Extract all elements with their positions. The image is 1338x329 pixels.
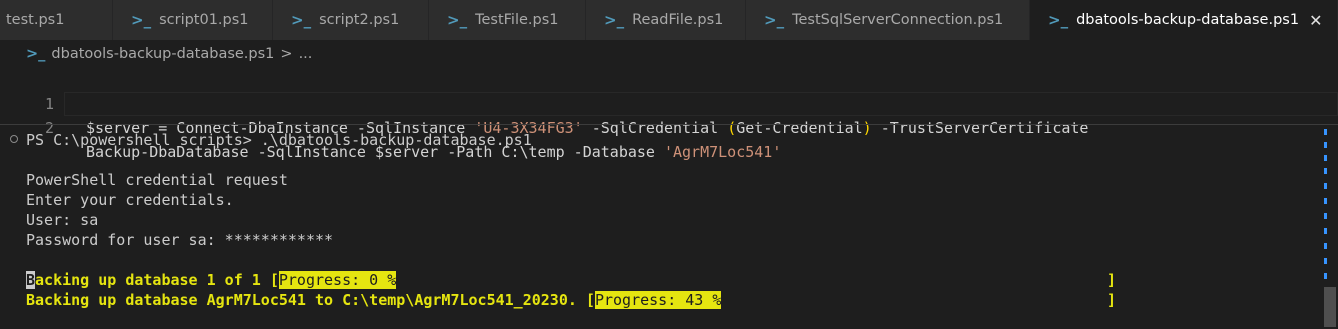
- scrollbar-mark: [1324, 183, 1327, 189]
- powershell-icon: >_: [1048, 11, 1069, 29]
- tab-label: script01.ps1: [159, 12, 249, 28]
- scrollbar-mark: [1324, 258, 1327, 264]
- progress-line-1: Backing up database 1 of 1 [Progress: 0 …: [26, 270, 1126, 290]
- code-line[interactable]: 1 $server = Connect-DbaInstance -SqlInst…: [0, 68, 1338, 137]
- terminal-prompt: PS C:\powershell scripts> .\dbatools-bac…: [26, 131, 532, 149]
- command-decoration-icon[interactable]: [10, 135, 18, 143]
- tab-readfile-ps1[interactable]: >_ ReadFile.ps1: [586, 0, 746, 40]
- terminal-scrollbar[interactable]: [1324, 287, 1336, 327]
- code-line[interactable]: 2 Backup-DbaDatabase -SqlInstance $serve…: [0, 92, 1338, 161]
- tab-script2-ps1[interactable]: >_ script2.ps1: [273, 0, 429, 40]
- scrollbar-mark: [1324, 155, 1327, 161]
- progress-bar-end: ]: [1107, 271, 1117, 289]
- powershell-icon: >_: [131, 11, 152, 29]
- progress-activity: Backing up database AgrM7Loc541 to C:\te…: [26, 291, 595, 309]
- breadcrumb: >_ dbatools-backup-database.ps1 > ...: [0, 40, 1338, 68]
- credential-message: Enter your credentials.: [26, 191, 234, 209]
- tab-testsqlserverconnection-ps1[interactable]: >_ TestSqlServerConnection.ps1: [746, 0, 1030, 40]
- scrollbar-mark: [1324, 228, 1327, 234]
- tab-test-ps1[interactable]: test.ps1: [0, 0, 113, 40]
- code-editor[interactable]: 1 $server = Connect-DbaInstance -SqlInst…: [0, 68, 1338, 161]
- scrollbar-mark: [1324, 243, 1327, 249]
- scrollbar-mark: [1324, 213, 1327, 219]
- tab-label: script2.ps1: [319, 12, 400, 28]
- powershell-icon: >_: [604, 11, 625, 29]
- tab-label: test.ps1: [6, 12, 65, 28]
- progress-line-2: Backing up database AgrM7Loc541 to C:\te…: [26, 290, 1126, 310]
- scrollbar-mark: [1324, 198, 1327, 204]
- tab-label: ReadFile.ps1: [632, 12, 724, 28]
- credential-user: User: sa: [26, 211, 99, 229]
- progress-activity: acking up database 1 of 1 [: [35, 271, 279, 289]
- chevron-right-icon: >: [280, 46, 293, 62]
- terminal-panel[interactable]: PS C:\powershell scripts> .\dbatools-bac…: [0, 125, 1338, 329]
- close-icon[interactable]: ✕: [1309, 11, 1322, 30]
- credential-password: Password for user sa: ************: [26, 231, 334, 249]
- powershell-icon: >_: [291, 11, 312, 29]
- scrollbar-mark: [1324, 168, 1327, 174]
- terminal-cursor: B: [26, 271, 36, 289]
- powershell-icon: >_: [447, 11, 468, 29]
- tab-label: TestSqlServerConnection.ps1: [792, 12, 1004, 28]
- breadcrumb-file[interactable]: dbatools-backup-database.ps1: [51, 46, 274, 62]
- powershell-icon: >_: [26, 46, 46, 62]
- scrollbar-mark: [1324, 273, 1327, 279]
- tab-dbatools-backup-database-ps1[interactable]: >_ dbatools-backup-database.ps1 ✕: [1030, 0, 1338, 40]
- powershell-icon: >_: [764, 11, 785, 29]
- scrollbar-mark: [1324, 142, 1327, 148]
- progress-bar-fill: Progress: 0 %: [278, 271, 397, 289]
- breadcrumb-more[interactable]: ...: [299, 46, 313, 62]
- editor-tab-bar: test.ps1 >_ script01.ps1 >_ script2.ps1 …: [0, 0, 1338, 40]
- progress-bar-end: ]: [1107, 291, 1117, 309]
- progress-bar-fill: Progress: 43 %: [594, 291, 722, 309]
- scrollbar-mark: [1324, 129, 1327, 135]
- tab-testfile-ps1[interactable]: >_ TestFile.ps1: [429, 0, 586, 40]
- credential-title: PowerShell credential request: [26, 171, 288, 189]
- tab-label: TestFile.ps1: [475, 12, 559, 28]
- tab-label: dbatools-backup-database.ps1: [1076, 12, 1300, 28]
- tab-script01-ps1[interactable]: >_ script01.ps1: [113, 0, 273, 40]
